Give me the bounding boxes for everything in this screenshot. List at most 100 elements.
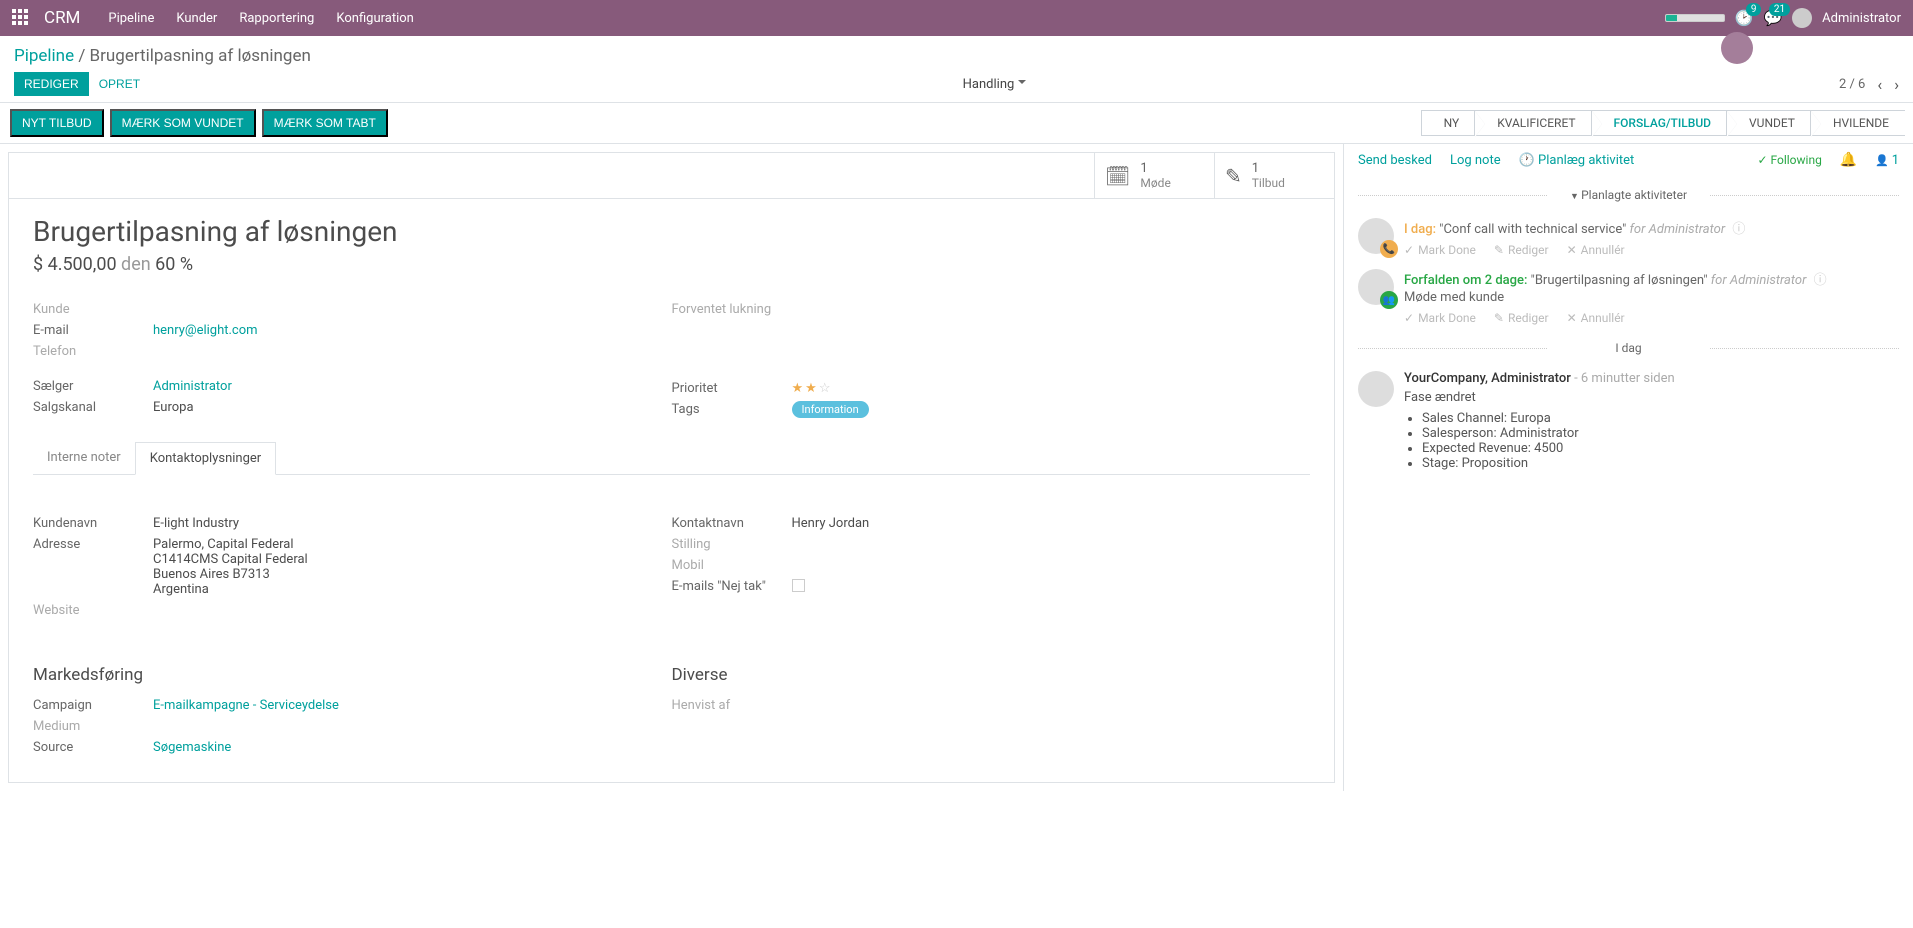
menu-pipeline[interactable]: Pipeline	[108, 11, 154, 26]
breadcrumb-current: Brugertilpasning af løsningen	[90, 46, 311, 66]
label-email: E-mail	[33, 323, 153, 338]
subinfo: $ 4.500,00 den 60 %	[33, 254, 1310, 275]
label-stilling: Stilling	[672, 537, 792, 552]
stage-dormant[interactable]: HVILENDE	[1810, 110, 1905, 136]
form-sheet: 🗓 1Møde ✎ 1Tilbud Brugertilpasning af lø…	[8, 152, 1335, 783]
value-kundenavn: E-light Industry	[153, 516, 239, 531]
statbox-quotes[interactable]: ✎ 1Tilbud	[1214, 153, 1334, 198]
value-addr4: Argentina	[153, 582, 308, 597]
activity-subtitle: Møde med kunde	[1404, 290, 1899, 305]
message-bullet: Sales Channel: Europa	[1422, 411, 1899, 426]
priority-stars[interactable]: ★★☆	[792, 381, 833, 396]
section-diverse: Diverse	[672, 665, 1311, 685]
label-campaign: Campaign	[33, 698, 153, 713]
activities-badge: 9	[1746, 3, 1762, 16]
mark-lost-button[interactable]: MÆRK SOM TABT	[262, 109, 388, 137]
create-button[interactable]: OPRET	[89, 72, 150, 96]
value-salgskanal: Europa	[153, 400, 194, 415]
action-dropdown[interactable]: Handling	[963, 77, 1027, 92]
value-addr2: C1414CMS Capital Federal	[153, 552, 308, 567]
activity-cancel-button[interactable]: Annullér	[1567, 311, 1625, 325]
meetings-label: Møde	[1140, 176, 1170, 190]
tab-interne-noter[interactable]: Interne noter	[33, 442, 135, 474]
bell-icon[interactable]: 🔔	[1840, 152, 1857, 168]
label-telefon: Telefon	[33, 344, 153, 359]
avatar	[1358, 371, 1394, 407]
menu-konfiguration[interactable]: Konfiguration	[336, 11, 413, 26]
calendar-icon: 🗓	[1105, 164, 1130, 188]
activities-icon[interactable]: 🕑9	[1735, 9, 1754, 27]
value-campaign[interactable]: E-mailkampagne - Serviceydelse	[153, 698, 339, 713]
label-tags: Tags	[672, 402, 792, 417]
tab-kontaktoplysninger[interactable]: Kontaktoplysninger	[135, 442, 276, 475]
user-name[interactable]: Administrator	[1822, 11, 1901, 26]
planned-activities-header[interactable]: Planlagte aktiviteter	[1358, 188, 1899, 202]
avatar: 👥	[1358, 269, 1394, 305]
activity-edit-button[interactable]: Rediger	[1494, 311, 1549, 325]
edit-icon: ✎	[1225, 164, 1242, 188]
activity-due: Forfalden om 2 dage:	[1404, 273, 1527, 288]
apps-icon[interactable]	[12, 9, 30, 27]
main-menu: Pipeline Kunder Rapportering Konfigurati…	[108, 11, 413, 26]
message-bullet: Expected Revenue: 4500	[1422, 441, 1899, 456]
pager-position: 2 / 6	[1839, 77, 1865, 92]
value-source[interactable]: Søgemaskine	[153, 740, 231, 755]
label-saelger: Sælger	[33, 379, 153, 394]
pager-next-icon[interactable]: ›	[1894, 75, 1899, 94]
section-markedsforing: Markedsføring	[33, 665, 672, 685]
statbox-meetings[interactable]: 🗓 1Møde	[1094, 153, 1214, 198]
menu-kunder[interactable]: Kunder	[176, 11, 217, 26]
stage-new[interactable]: NY	[1421, 110, 1476, 136]
pager-prev-icon[interactable]: ‹	[1877, 75, 1882, 94]
label-henvist: Henvist af	[672, 698, 792, 713]
stage-proposal[interactable]: FORSLAG/TILBUD	[1591, 110, 1727, 136]
messages-badge: 21	[1769, 3, 1790, 16]
activity-user: Administrator	[1649, 222, 1725, 237]
value-email[interactable]: henry@elight.com	[153, 323, 258, 338]
stage-qualified[interactable]: KVALIFICERET	[1474, 110, 1591, 136]
page-title: Brugertilpasning af løsningen	[33, 215, 1310, 248]
messages-icon[interactable]: 💬21	[1763, 9, 1782, 27]
control-bar: Pipeline / Brugertilpasning af løsningen…	[0, 36, 1913, 102]
label-salgskanal: Salgskanal	[33, 400, 153, 415]
people-icon: 👥	[1380, 291, 1398, 309]
edit-button[interactable]: REDIGER	[14, 72, 89, 96]
info-icon[interactable]: ⓘ	[1814, 273, 1827, 288]
breadcrumb: Pipeline / Brugertilpasning af løsningen	[14, 46, 1899, 66]
emails-optout-checkbox[interactable]	[792, 579, 805, 592]
today-header: I dag	[1358, 341, 1899, 355]
star-icon[interactable]: ☆	[819, 381, 833, 396]
probability: 60 %	[155, 254, 193, 275]
mark-done-button[interactable]: Mark Done	[1404, 311, 1476, 325]
stage-won[interactable]: VUNDET	[1726, 110, 1811, 136]
menu-rapportering[interactable]: Rapportering	[239, 11, 314, 26]
progress-indicator[interactable]	[1665, 14, 1725, 22]
log-note-button[interactable]: Log note	[1450, 153, 1501, 168]
den-label: den	[121, 254, 151, 275]
app-brand: CRM	[44, 8, 80, 28]
activity-cancel-button[interactable]: Annullér	[1567, 243, 1625, 257]
activity-item: 👥 Forfalden om 2 dage: "Brugertilpasning…	[1358, 263, 1899, 331]
label-prioritet: Prioritet	[672, 381, 792, 396]
amount: $ 4.500,00	[33, 254, 117, 275]
new-quote-button[interactable]: NYT TILBUD	[10, 109, 104, 137]
info-icon[interactable]: ⓘ	[1732, 222, 1745, 237]
value-saelger[interactable]: Administrator	[153, 379, 232, 394]
breadcrumb-root[interactable]: Pipeline	[14, 46, 74, 66]
label-mobil: Mobil	[672, 558, 792, 573]
mark-won-button[interactable]: MÆRK SOM VUNDET	[110, 109, 256, 137]
plan-activity-button[interactable]: 🕐 Planlæg aktivitet	[1519, 153, 1635, 168]
user-avatar-icon[interactable]	[1792, 8, 1812, 28]
activity-edit-button[interactable]: Rediger	[1494, 243, 1549, 257]
label-kontaktnavn: Kontaktnavn	[672, 516, 792, 531]
star-icon[interactable]: ★	[805, 381, 819, 396]
send-message-button[interactable]: Send besked	[1358, 153, 1432, 168]
star-icon[interactable]: ★	[792, 381, 806, 396]
mark-done-button[interactable]: Mark Done	[1404, 243, 1476, 257]
following-button[interactable]: Following	[1757, 153, 1821, 167]
label-website: Website	[33, 603, 153, 618]
tag-information[interactable]: Information	[792, 401, 869, 418]
label-kundenavn: Kundenavn	[33, 516, 153, 531]
tabs: Interne noter Kontaktoplysninger	[33, 442, 1310, 475]
followers-count[interactable]: 1	[1875, 153, 1899, 168]
